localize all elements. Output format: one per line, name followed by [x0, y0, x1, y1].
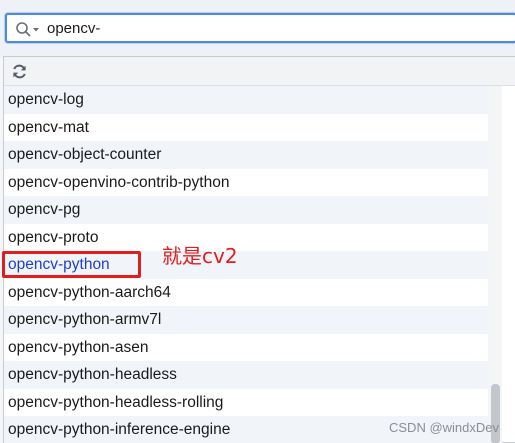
list-item-label: opencv-pg: [8, 201, 81, 218]
refresh-icon[interactable]: [11, 63, 28, 80]
list-item[interactable]: opencv-python-asen: [4, 334, 501, 362]
annotation-note: 就是cv2: [162, 244, 238, 268]
package-list: opencv-log opencv-mat opencv-object-counte…: [2, 86, 501, 443]
search-bar: [0, 0, 515, 58]
list-item-label: opencv-mat: [8, 118, 89, 136]
list-item-selected[interactable]: opencv-python: [2, 251, 501, 279]
list-item-label: opencv-openvino-contrib-python: [8, 173, 230, 191]
list-item-label: opencv-python-armv7l: [8, 311, 162, 328]
list-item[interactable]: opencv-pg: [4, 196, 501, 224]
list-item[interactable]: opencv-mat: [4, 114, 501, 142]
package-selector-window: opencv-log opencv-mat opencv-object-counte…: [0, 0, 515, 443]
list-item[interactable]: opencv-proto: [4, 224, 501, 252]
list-item[interactable]: opencv-log: [4, 86, 501, 114]
search-icon[interactable]: [15, 21, 41, 37]
list-item-label: opencv-python-headless-rolling: [8, 393, 224, 411]
list-item[interactable]: opencv-python-armv7l: [4, 306, 501, 334]
list-item-label: opencv-object-counter: [8, 146, 162, 163]
list-item-label: opencv-log: [8, 91, 84, 108]
list-item-label: opencv-python-headless: [8, 366, 177, 383]
list-item-label: opencv-python-inference-engine: [8, 421, 231, 438]
search-input[interactable]: [47, 18, 507, 38]
list-toolbar: [4, 57, 515, 86]
list-item[interactable]: opencv-python-aarch64: [4, 279, 501, 307]
watermark: CSDN @windxDev: [389, 420, 499, 435]
list-item-label: opencv-python-aarch64: [8, 283, 171, 301]
list-item[interactable]: opencv-openvino-contrib-python: [4, 169, 501, 197]
list-item-label: opencv-python-asen: [8, 338, 149, 356]
list-item[interactable]: opencv-python-headless-rolling: [4, 389, 501, 417]
search-box[interactable]: [5, 13, 515, 43]
list-item-label: opencv-proto: [8, 228, 99, 246]
list-item[interactable]: opencv-object-counter: [4, 141, 501, 169]
vertical-scrollbar[interactable]: [488, 86, 502, 443]
package-list-panel: opencv-log opencv-mat opencv-object-counte…: [2, 56, 515, 443]
list-item-label: opencv-python: [8, 256, 110, 273]
list-item[interactable]: opencv-python-headless: [4, 361, 501, 389]
